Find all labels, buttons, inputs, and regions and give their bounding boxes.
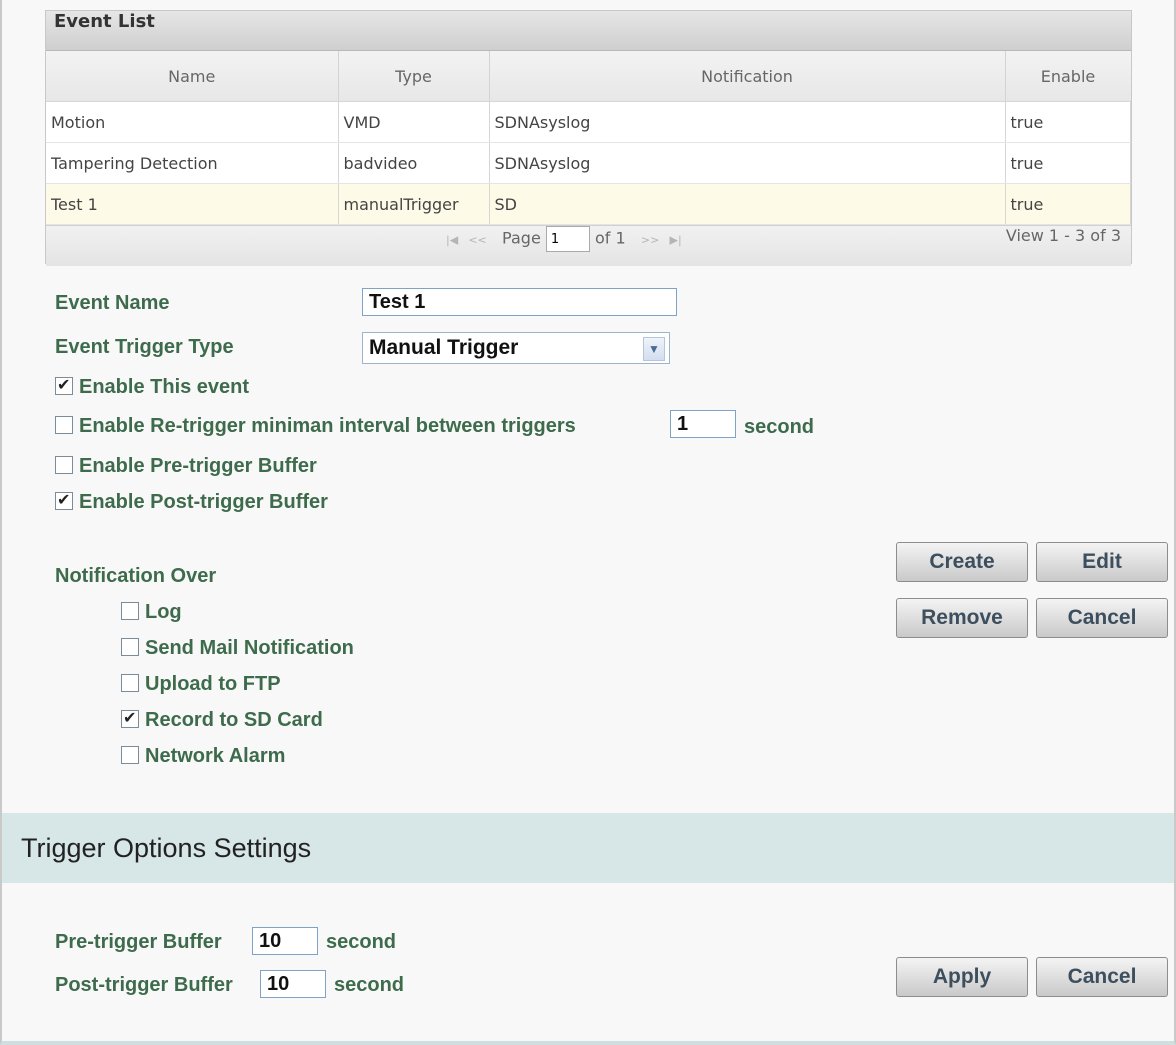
cell-notification: SD [489, 183, 1006, 225]
column-header-notification[interactable]: Notification [489, 51, 1006, 102]
notify-alarm-checkbox[interactable] [121, 746, 139, 764]
notify-mail-label: Send Mail Notification [145, 637, 354, 659]
pager-bar: |◀ << Page of 1 >> ▶| View 1 - 3 of 3 [46, 225, 1131, 266]
retrigger-interval-input[interactable]: 1 [670, 410, 736, 438]
table-header-row: Name Type Notification Enable [46, 51, 1131, 102]
column-header-type[interactable]: Type [338, 51, 490, 102]
pre-trigger-unit: second [326, 931, 397, 953]
pre-trigger-buffer-input[interactable]: 10 [252, 927, 318, 955]
cancel-options-button[interactable]: Cancel [1036, 957, 1168, 997]
table-row[interactable]: Motion VMD SDNAsyslog true [46, 101, 1131, 143]
event-list-grid: Event List Name Type Notification Enable… [45, 10, 1132, 266]
enable-event-option[interactable]: Enable This event [55, 375, 250, 399]
pager-controls: |◀ << Page of 1 >> ▶| [446, 226, 682, 252]
enable-event-checkbox[interactable] [55, 375, 73, 395]
notify-mail-checkbox[interactable] [121, 638, 139, 656]
retrigger-unit: second [744, 416, 815, 438]
notification-over-label: Notification Over [55, 565, 217, 587]
cell-notification: SDNAsyslog [489, 142, 1006, 184]
column-header-enable[interactable]: Enable [1005, 51, 1131, 102]
table-row[interactable]: Tampering Detection badvideo SDNAsyslog … [46, 142, 1131, 184]
cancel-button[interactable]: Cancel [1036, 598, 1168, 638]
event-name-input[interactable]: Test 1 [362, 288, 677, 316]
notify-ftp-checkbox[interactable] [121, 674, 139, 692]
event-table: Name Type Notification Enable Motion VMD… [46, 51, 1131, 225]
trigger-type-select[interactable]: Manual Trigger ▼ [362, 332, 670, 364]
trigger-options-header: Trigger Options Settings [2, 813, 1174, 883]
column-header-name[interactable]: Name [46, 51, 339, 102]
create-button[interactable]: Create [896, 542, 1028, 582]
notify-log-checkbox[interactable] [121, 602, 139, 620]
notify-mail-option[interactable]: Send Mail Notification [121, 637, 354, 660]
cell-name: Test 1 [46, 183, 339, 225]
chevron-down-icon: ▼ [643, 337, 665, 361]
notify-sd-checkbox[interactable] [121, 708, 139, 728]
retrigger-option[interactable]: Enable Re-trigger miniman interval betwe… [55, 415, 576, 438]
post-buffer-checkbox[interactable] [55, 490, 73, 510]
notify-ftp-label: Upload to FTP [145, 673, 281, 695]
page-count-label: of 1 [594, 228, 626, 248]
last-page-icon[interactable]: ▶| [670, 234, 682, 247]
cell-notification: SDNAsyslog [489, 101, 1006, 143]
remove-button[interactable]: Remove [896, 598, 1028, 638]
cell-enable: true [1005, 142, 1131, 184]
post-trigger-unit: second [334, 974, 405, 996]
pre-trigger-buffer-label: Pre-trigger Buffer [55, 931, 222, 953]
retrigger-checkbox[interactable] [55, 416, 73, 434]
enable-event-label: Enable This event [79, 376, 250, 398]
edit-button[interactable]: Edit [1036, 542, 1168, 582]
cell-name: Tampering Detection [46, 142, 339, 184]
apply-button[interactable]: Apply [896, 957, 1028, 997]
view-count: View 1 - 3 of 3 [1005, 226, 1121, 245]
post-buffer-label: Enable Post-trigger Buffer [79, 491, 328, 513]
notify-alarm-label: Network Alarm [145, 745, 286, 767]
trigger-options-title: Trigger Options Settings [21, 833, 312, 863]
next-page-icon[interactable]: >> [641, 234, 659, 247]
notify-log-option[interactable]: Log [121, 601, 182, 624]
notify-alarm-option[interactable]: Network Alarm [121, 745, 285, 768]
notify-sd-option[interactable]: Record to SD Card [121, 708, 323, 732]
event-name-label: Event Name [55, 292, 170, 314]
post-buffer-option[interactable]: Enable Post-trigger Buffer [55, 490, 328, 514]
table-row-selected[interactable]: Test 1 manualTrigger SD true [46, 183, 1131, 225]
cell-enable: true [1005, 101, 1131, 143]
cell-type: badvideo [338, 142, 490, 184]
page-number-input[interactable] [545, 226, 590, 252]
cell-type: manualTrigger [338, 183, 490, 225]
notify-log-label: Log [145, 601, 182, 623]
post-trigger-buffer-label: Post-trigger Buffer [55, 974, 233, 996]
notify-sd-label: Record to SD Card [145, 709, 323, 731]
cell-enable: true [1005, 183, 1131, 225]
first-page-icon[interactable]: |◀ [446, 234, 458, 247]
event-list-title: Event List [46, 11, 1131, 51]
pre-buffer-label: Enable Pre-trigger Buffer [79, 455, 317, 477]
cell-type: VMD [338, 101, 490, 143]
pre-buffer-option[interactable]: Enable Pre-trigger Buffer [55, 455, 317, 478]
pre-buffer-checkbox[interactable] [55, 456, 73, 474]
notify-ftp-option[interactable]: Upload to FTP [121, 673, 281, 696]
trigger-type-label: Event Trigger Type [55, 336, 234, 358]
page-label: Page [502, 228, 541, 248]
post-trigger-buffer-input[interactable]: 10 [260, 970, 326, 998]
prev-page-icon[interactable]: << [468, 234, 486, 247]
cell-name: Motion [46, 101, 339, 143]
trigger-type-value: Manual Trigger [369, 336, 519, 359]
retrigger-label: Enable Re-trigger miniman interval betwe… [79, 415, 576, 437]
